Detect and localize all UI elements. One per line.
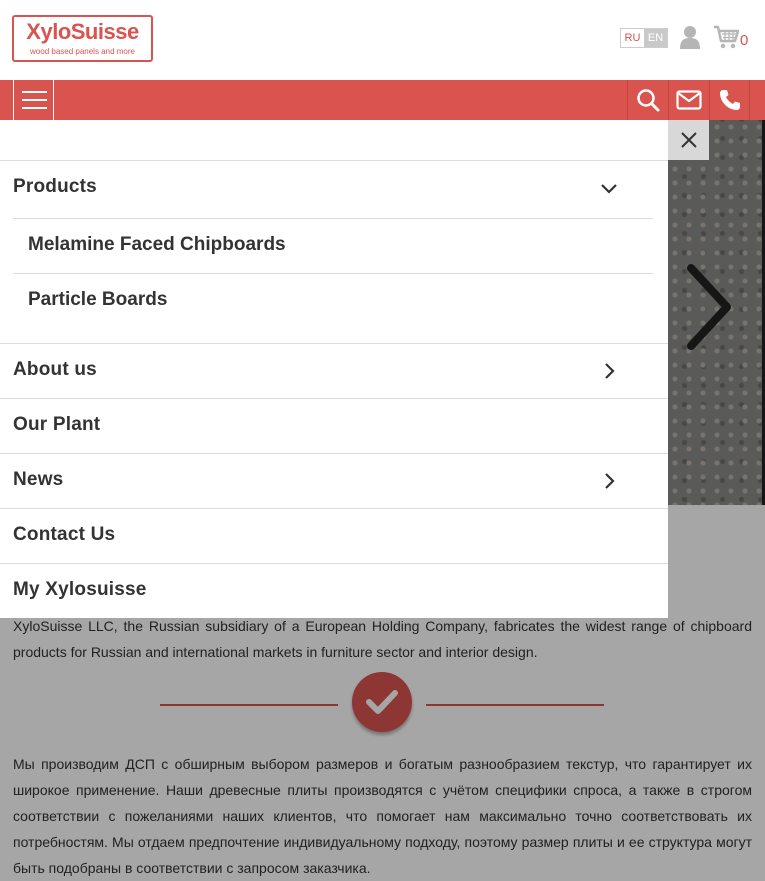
envelope-icon [676, 90, 702, 110]
menu-item-label: My Xylosuisse [13, 579, 147, 600]
chevron-down-icon[interactable] [600, 179, 618, 197]
cart-icon[interactable] [713, 25, 739, 49]
menu-item-label: About us [13, 359, 97, 380]
nav-bar [0, 80, 765, 120]
cart-count: 0 [740, 32, 749, 49]
side-menu: Products Melamine Faced Chipboards Parti… [0, 120, 668, 618]
lang-en-button[interactable]: EN [644, 29, 667, 47]
submenu-item-particle-boards[interactable]: Particle Boards [13, 273, 653, 328]
phone-button[interactable] [709, 80, 750, 120]
language-switcher: RU EN [620, 28, 668, 48]
site-logo[interactable]: XyloSuisse wood based panels and more [12, 15, 153, 62]
site-header: XyloSuisse wood based panels and more RU… [0, 0, 765, 80]
menu-item-products[interactable]: Products [0, 160, 668, 218]
menu-icon-line [22, 107, 47, 109]
submenu-item-melamine[interactable]: Melamine Faced Chipboards [13, 218, 653, 273]
menu-item-our-plant[interactable]: Our Plant [0, 398, 668, 453]
menu-item-label: Our Plant [13, 414, 101, 435]
phone-icon [719, 90, 740, 110]
menu-close-button[interactable] [668, 120, 709, 160]
menu-item-about-us[interactable]: About us [0, 343, 668, 398]
menu-icon-line [22, 99, 47, 101]
logo-title: XyloSuisse [26, 19, 139, 44]
menu-icon-line [22, 91, 47, 93]
search-button[interactable] [627, 80, 668, 120]
logo-subtitle: wood based panels and more [30, 47, 135, 56]
menu-item-my-xylosuisse[interactable]: My Xylosuisse [0, 563, 668, 618]
email-button[interactable] [668, 80, 709, 120]
lang-ru-button[interactable]: RU [621, 29, 644, 47]
menu-item-label: Products [13, 176, 97, 197]
submenu-item-label: Melamine Faced Chipboards [28, 234, 286, 255]
menu-item-label: Contact Us [13, 524, 116, 545]
search-icon [637, 89, 660, 112]
submenu-item-label: Particle Boards [28, 289, 168, 310]
chevron-right-icon[interactable] [600, 362, 618, 380]
user-icon[interactable] [680, 25, 700, 49]
menu-item-contact-us[interactable]: Contact Us [0, 508, 668, 563]
chevron-right-icon[interactable] [600, 472, 618, 490]
menu-item-news[interactable]: News [0, 453, 668, 508]
menu-item-label: News [13, 469, 64, 490]
close-icon [680, 132, 697, 148]
menu-toggle-button[interactable] [13, 80, 54, 120]
